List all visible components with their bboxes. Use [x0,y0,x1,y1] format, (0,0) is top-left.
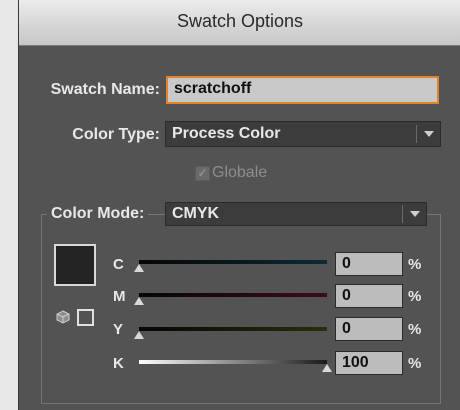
magenta-slider-track[interactable] [139,293,327,297]
swatch-options-dialog: Swatch Options Swatch Name: scratchoff C… [18,0,460,410]
swatch-name-value: scratchoff [174,80,252,97]
color-mode-label: Color Mode: [47,205,149,223]
chevron-down-icon [424,131,434,137]
title-bar[interactable]: Swatch Options [19,0,460,46]
color-mode-dropdown[interactable]: CMYK [165,202,427,226]
swatch-name-field[interactable]: scratchoff [166,76,439,104]
cyan-value-field[interactable]: 0 [335,252,403,276]
color-preview-swatch [54,244,96,286]
magenta-value-field[interactable]: 0 [335,284,403,308]
yellow-value: 0 [342,320,351,337]
cyan-slider-thumb[interactable] [134,264,144,272]
cube-icon[interactable] [56,310,70,324]
yellow-slider-thumb[interactable] [134,331,144,339]
color-mode-value: CMYK [172,205,220,222]
yellow-percent-label: % [408,321,422,338]
chevron-down-icon [410,211,420,217]
color-type-value: Process Color [172,125,281,142]
yellow-value-field[interactable]: 0 [335,317,403,341]
cyan-value: 0 [342,255,351,272]
channel-k-label: K [113,355,124,372]
magenta-percent-label: % [408,288,422,305]
black-slider-track[interactable] [139,360,327,364]
channel-c-label: C [113,256,124,273]
black-value: 100 [342,354,369,371]
yellow-slider-track[interactable] [139,327,327,331]
channel-y-label: Y [113,321,124,338]
magenta-slider-thumb[interactable] [134,297,144,305]
cyan-percent-label: % [408,256,422,273]
check-icon: ✓ [197,166,208,180]
square-icon[interactable] [77,309,94,326]
dropdown-separator [402,205,403,223]
magenta-value: 0 [342,287,351,304]
dropdown-separator [416,125,417,143]
black-slider-thumb[interactable] [322,364,332,372]
black-percent-label: % [408,355,422,372]
global-label: Globale [212,164,268,181]
global-checkbox[interactable]: ✓ [195,166,210,181]
dialog-title: Swatch Options [176,11,304,31]
channel-m-label: M [113,288,126,305]
color-type-label: Color Type: [72,126,160,143]
cyan-slider-track[interactable] [139,260,327,264]
color-type-dropdown[interactable]: Process Color [165,121,441,147]
swatch-name-label: Swatch Name: [50,81,160,98]
black-value-field[interactable]: 100 [335,351,403,375]
color-mode-group [41,214,441,404]
